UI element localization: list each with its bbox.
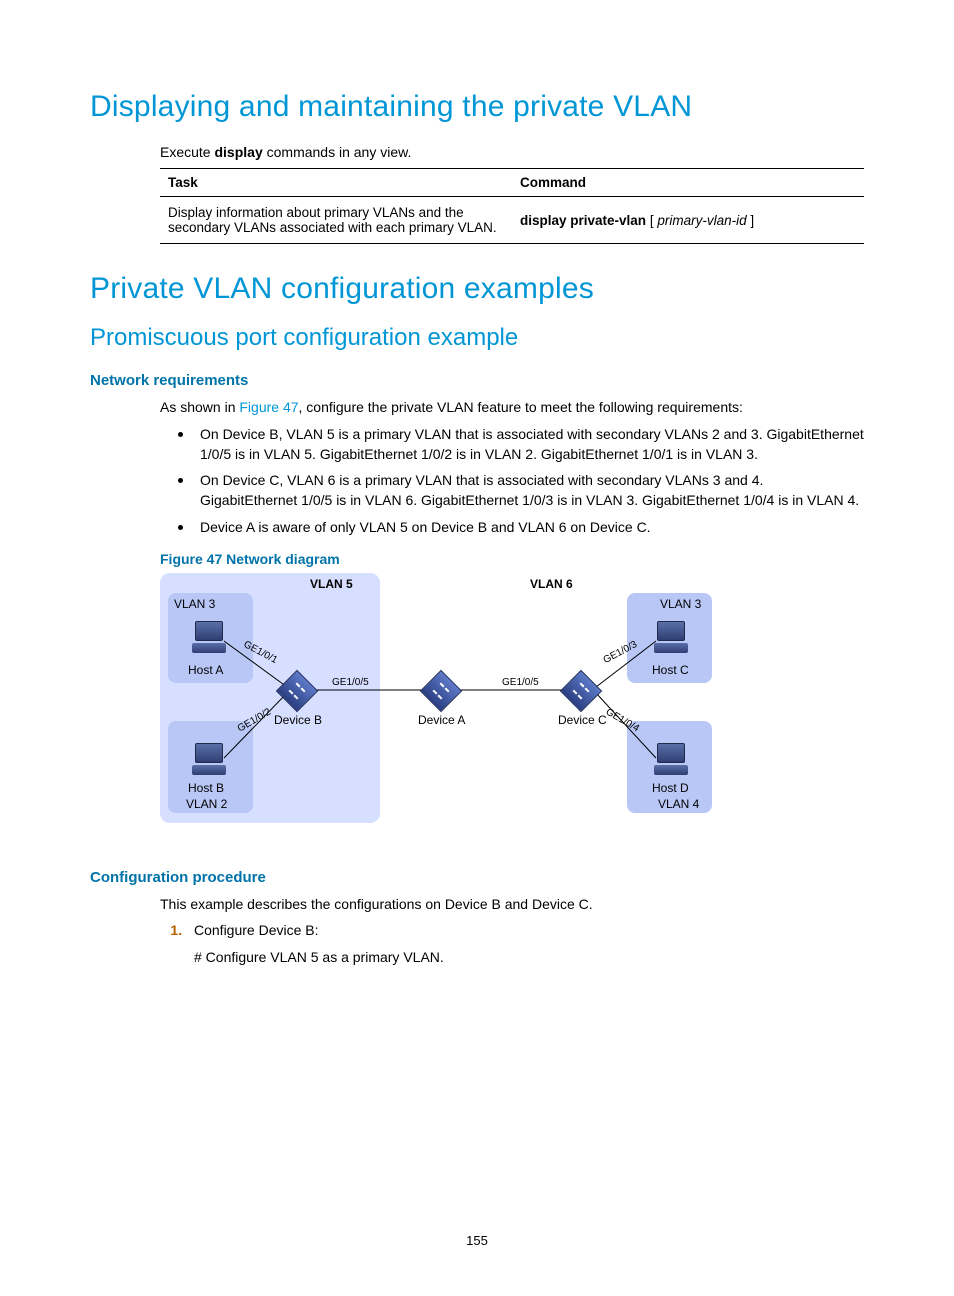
table-row: Display information about primary VLANs … [160, 197, 864, 244]
step-item: Configure Device B: # Configure VLAN 5 a… [186, 920, 864, 967]
cmd-bold: display private-vlan [520, 213, 646, 228]
cell-task: Display information about primary VLANs … [160, 197, 512, 244]
heading-config-procedure: Configuration procedure [90, 869, 864, 886]
confproc-paragraph: This example describes the configuration… [160, 894, 864, 914]
cell-command: display private-vlan [ primary-vlan-id ] [512, 197, 864, 244]
heading-display-maintain: Displaying and maintaining the private V… [90, 90, 864, 124]
list-item: On Device C, VLAN 6 is a primary VLAN th… [160, 470, 864, 511]
intro-prefix: Execute [160, 144, 214, 160]
ge105a-label: GE1/0/5 [332, 677, 369, 688]
hostB-label: Host B [188, 781, 224, 795]
intro-bold: display [214, 144, 262, 160]
heading-network-req: Network requirements [90, 372, 864, 389]
devA-label: Device A [418, 713, 465, 727]
requirements-list: On Device B, VLAN 5 is a primary VLAN th… [160, 424, 864, 537]
computer-icon [190, 743, 228, 775]
th-command: Command [512, 169, 864, 197]
vlan2-label: VLAN 2 [186, 797, 227, 811]
list-item: Device A is aware of only VLAN 5 on Devi… [160, 517, 864, 537]
heading-promiscuous: Promiscuous port configuration example [90, 324, 864, 352]
heading-config-examples: Private VLAN configuration examples [90, 272, 864, 306]
switch-icon [564, 673, 598, 707]
computer-icon [652, 621, 690, 653]
cmd-rest1: [ [646, 213, 657, 228]
th-task: Task [160, 169, 512, 197]
command-table: Task Command Display information about p… [160, 168, 864, 244]
vlan3b-label: VLAN 3 [660, 597, 701, 611]
vlan5-label: VLAN 5 [310, 577, 353, 591]
switch-icon [280, 673, 314, 707]
figure-caption: Figure 47 Network diagram [160, 551, 864, 567]
hostC-label: Host C [652, 663, 689, 677]
netreq-prefix: As shown in [160, 399, 239, 415]
devC-label: Device C [558, 713, 607, 727]
vlan6-label: VLAN 6 [530, 577, 573, 591]
cmd-italic: primary-vlan-id [657, 213, 746, 228]
figure-link[interactable]: Figure 47 [239, 399, 298, 415]
ge105b-label: GE1/0/5 [502, 677, 539, 688]
hostD-label: Host D [652, 781, 689, 795]
intro-paragraph: Execute display commands in any view. [160, 142, 864, 162]
switch-icon [424, 673, 458, 707]
vlan3a-label: VLAN 3 [174, 597, 215, 611]
vlan4-label: VLAN 4 [658, 797, 699, 811]
procedure-list: Configure Device B: # Configure VLAN 5 a… [160, 920, 864, 967]
page-number: 155 [0, 1233, 954, 1248]
devB-label: Device B [274, 713, 322, 727]
step1-title: Configure Device B: [194, 922, 319, 938]
netreq-suffix: , configure the private VLAN feature to … [299, 399, 743, 415]
cmd-rest2: ] [747, 213, 755, 228]
network-diagram: VLAN 5 VLAN 6 VLAN 3 VLAN 2 VLAN 3 VLAN … [160, 573, 720, 833]
computer-icon [190, 621, 228, 653]
hostA-label: Host A [188, 663, 223, 677]
step1-sub: # Configure VLAN 5 as a primary VLAN. [194, 947, 864, 967]
computer-icon [652, 743, 690, 775]
list-item: On Device B, VLAN 5 is a primary VLAN th… [160, 424, 864, 465]
netreq-paragraph: As shown in Figure 47, configure the pri… [160, 397, 864, 417]
intro-suffix: commands in any view. [263, 144, 412, 160]
